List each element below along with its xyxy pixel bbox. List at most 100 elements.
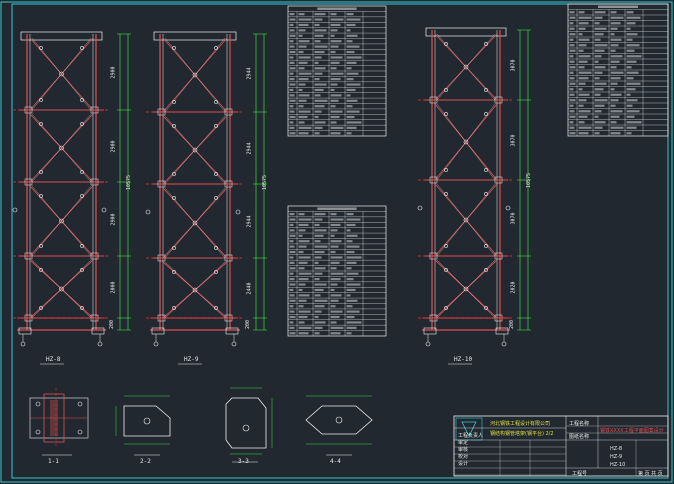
table-cell-text xyxy=(610,126,624,129)
table-cell-text xyxy=(314,267,326,270)
table-cell-text xyxy=(330,326,344,329)
tower-hz-9 xyxy=(145,31,267,365)
tower-caption-hz8: HZ-8 xyxy=(46,356,61,363)
tower-anchor-mark xyxy=(501,341,507,347)
table-cell-text xyxy=(346,18,361,21)
table-cell-text xyxy=(569,77,575,80)
tower-node-bolt xyxy=(172,246,176,250)
table-cell-text xyxy=(578,110,591,113)
table-cell-text xyxy=(298,29,306,32)
table-cell-text xyxy=(578,93,590,96)
table-cell-text xyxy=(346,23,356,27)
towers-group xyxy=(12,27,531,365)
table-cell-text xyxy=(594,55,602,58)
table-cell-text xyxy=(330,132,341,135)
table-cell-text xyxy=(346,305,353,308)
table-cell-text xyxy=(314,40,321,43)
tower-panel-dimension: 2900 xyxy=(110,66,117,79)
detail-bolt xyxy=(77,429,83,435)
detail-caption-4: 4-4 xyxy=(330,458,341,465)
table-cell-text xyxy=(298,72,312,75)
table-cell-text xyxy=(330,45,339,48)
tower-panel-dimension: 200 xyxy=(245,319,252,330)
table-cell-text xyxy=(314,78,320,81)
title-company: 河北钢铁工程设计有限公司 xyxy=(490,421,551,427)
table-cell-text xyxy=(314,132,320,135)
tower-panel-dimension: 2900 xyxy=(110,140,117,153)
table-cell-text xyxy=(330,321,337,324)
title-footer-left: 工程号 xyxy=(572,471,588,477)
table-cell-text xyxy=(626,71,639,74)
table-cell-text xyxy=(289,105,294,108)
tower-anchor-mark xyxy=(425,341,431,347)
table-cell-text xyxy=(289,78,295,81)
table-cell-text xyxy=(610,44,619,47)
table-cell-text xyxy=(578,126,592,129)
tower-total-dimension: 10575 xyxy=(126,174,133,191)
detail-2-plate xyxy=(115,395,171,456)
table-cell-text xyxy=(626,38,633,41)
table-cell-text xyxy=(298,18,312,21)
tower-top-cap xyxy=(20,31,103,41)
table-cell-text xyxy=(289,40,294,43)
table-cell-text xyxy=(314,332,320,335)
table-cell-text xyxy=(298,88,303,92)
table-cell-text xyxy=(314,261,319,264)
tower-panel-dimension: 2440 xyxy=(246,282,253,295)
table-cell-text xyxy=(314,110,322,113)
table-cell-text xyxy=(298,67,305,70)
tower-panel-dimension: 200 xyxy=(509,319,516,330)
table-cell-text xyxy=(289,88,294,92)
table-cell-text xyxy=(289,299,296,302)
table-cell-text xyxy=(346,218,361,221)
drawing-number-2: HZ-9 xyxy=(610,454,623,460)
table-cell-text xyxy=(298,115,308,119)
tower-anchor-mark xyxy=(97,341,103,347)
table-cell-text xyxy=(346,110,360,113)
table-cell-text xyxy=(610,88,615,91)
table-cell-text xyxy=(330,105,336,108)
table-cell-text xyxy=(569,126,575,129)
table-cell-text xyxy=(594,49,605,52)
table-cell-text xyxy=(314,272,323,275)
table-cell-text xyxy=(314,61,319,64)
table-cell-text xyxy=(610,110,623,113)
tower-node-bolt xyxy=(214,246,218,250)
table-cell-text xyxy=(289,56,294,59)
table-cell-text xyxy=(569,38,574,41)
table-cell-text xyxy=(330,115,340,119)
table-cell-text xyxy=(594,132,600,135)
title-block xyxy=(453,415,669,477)
table-cell-text xyxy=(298,278,309,281)
table-cell-text xyxy=(626,60,637,63)
tower-node-bolt xyxy=(39,244,43,248)
table-cell-text xyxy=(346,245,360,248)
tower-panel-dimension: 2944 xyxy=(246,215,253,228)
table-cell-text xyxy=(569,110,575,113)
tower-panel-dimension: 2020 xyxy=(510,281,517,294)
tower-node-bolt xyxy=(444,112,448,116)
table-cell-text xyxy=(298,110,311,113)
table-cell-text xyxy=(594,44,608,47)
tower-anchor-mark xyxy=(153,341,159,347)
table-cell-text xyxy=(594,88,604,91)
table-title-text xyxy=(598,5,638,8)
table-cell-text xyxy=(289,115,296,119)
tower-side-marker xyxy=(12,207,18,213)
table-cell-text xyxy=(298,218,312,221)
tower-base-plate xyxy=(423,327,437,335)
title-drawing-name-label: 图纸名称 xyxy=(569,434,590,440)
table-cell-text xyxy=(298,310,311,313)
table-cell-text xyxy=(330,34,335,37)
table-cell-text xyxy=(594,110,602,113)
table-cell-text xyxy=(610,55,623,58)
table-cell-text xyxy=(314,13,326,16)
table-cell-text xyxy=(298,132,309,135)
table-cell-text xyxy=(298,321,305,324)
tower-side-marker xyxy=(101,207,107,213)
table-cell-text xyxy=(289,213,295,216)
table-cell-text xyxy=(298,50,304,54)
table-cell-text xyxy=(314,18,323,21)
table-cell-text xyxy=(578,121,585,124)
table-cell-text xyxy=(298,56,311,59)
